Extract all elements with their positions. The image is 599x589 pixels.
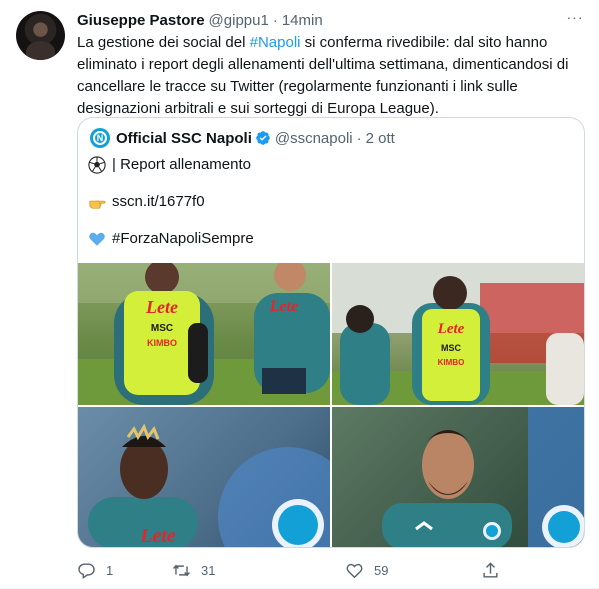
share-icon [483,561,498,578]
retweet-icon [173,564,190,576]
photo1-bib-text: MSC [151,323,173,334]
tweet-text: La gestione dei social del #Napoli si co… [77,32,587,120]
tweet-text-start: La gestione dei social del [77,34,250,51]
training-photo-3-illustration: Lete [88,423,330,547]
avatar[interactable] [16,11,65,60]
quoted-tweet[interactable]: N Official SSC Napoli @sscnapoli · 2 ott… [77,117,585,548]
photo1-sponsor-back: Lete [269,298,298,315]
quoted-line-hashtag: #ForzaNapoliSempre [88,229,254,249]
quoted-timestamp[interactable]: 2 ott [366,130,395,147]
photo2-bib-text: MSC [441,343,462,353]
napoli-logo-icon: N [93,131,107,145]
author-name[interactable]: Giuseppe Pastore [77,12,205,29]
reply-icon [78,562,95,579]
share-button[interactable] [481,558,510,582]
quoted-hashtag[interactable]: #ForzaNapoliSempre [112,229,254,249]
training-photo-4[interactable] [332,407,584,547]
training-photo-2[interactable]: Lete MSC KIMBO [332,263,584,405]
quoted-line1-text: | Report allenamento [112,156,251,173]
quoted-separator: · [356,129,362,147]
separator: · [272,11,278,29]
tweet[interactable]: Giuseppe Pastore @gippu1 · 14min ··· La … [0,0,599,589]
tweet-actions: 1 31 59 [77,558,498,582]
more-options-icon[interactable]: ··· [565,10,585,30]
photo-grid: Lete MSC KIMBO Lete Lete MSC KIMBO Lete [78,263,584,547]
retweet-button[interactable]: 31 [172,558,215,582]
reply-count: 1 [106,562,114,578]
reply-button[interactable]: 1 [77,558,113,582]
training-photo-1-illustration: Lete MSC KIMBO Lete [78,263,330,405]
training-photo-3[interactable]: Lete [78,407,330,547]
quoted-author-handle[interactable]: @sscnapoli [275,130,353,147]
quoted-header: N Official SSC Napoli @sscnapoli · 2 ott [90,128,395,148]
training-photo-1[interactable]: Lete MSC KIMBO Lete [78,263,330,405]
training-photo-2-illustration: Lete MSC KIMBO [332,263,584,405]
quoted-line-report: | Report allenamento [88,155,251,175]
training-photo-4-illustration [382,407,584,547]
like-count: 59 [374,562,389,578]
soccer-ball-icon [88,156,106,174]
quoted-short-link[interactable]: sscn.it/1677f0 [112,192,205,212]
photo1-sponsor: Lete [145,297,178,317]
tweet-header: Giuseppe Pastore @gippu1 · 14min [77,10,323,30]
photo2-sponsor: Lete [437,321,465,337]
photo3-sponsor: Lete [139,525,176,547]
hashtag-link[interactable]: #Napoli [250,34,301,51]
quoted-avatar[interactable]: N [90,128,110,148]
verified-badge-icon [256,131,270,145]
quoted-author-name[interactable]: Official SSC Napoli [116,130,252,147]
timestamp[interactable]: 14min [282,12,323,29]
retweet-count: 31 [201,562,216,578]
photo2-bib-text2: KIMBO [438,358,465,367]
quoted-line-link: sscn.it/1677f0 [88,192,205,212]
blue-heart-icon [89,232,105,246]
heart-icon [346,563,363,578]
like-button[interactable]: 59 [345,558,388,582]
author-handle[interactable]: @gippu1 [209,12,269,29]
pointing-hand-icon [89,200,106,209]
photo1-bib-text2: KIMBO [147,338,177,348]
